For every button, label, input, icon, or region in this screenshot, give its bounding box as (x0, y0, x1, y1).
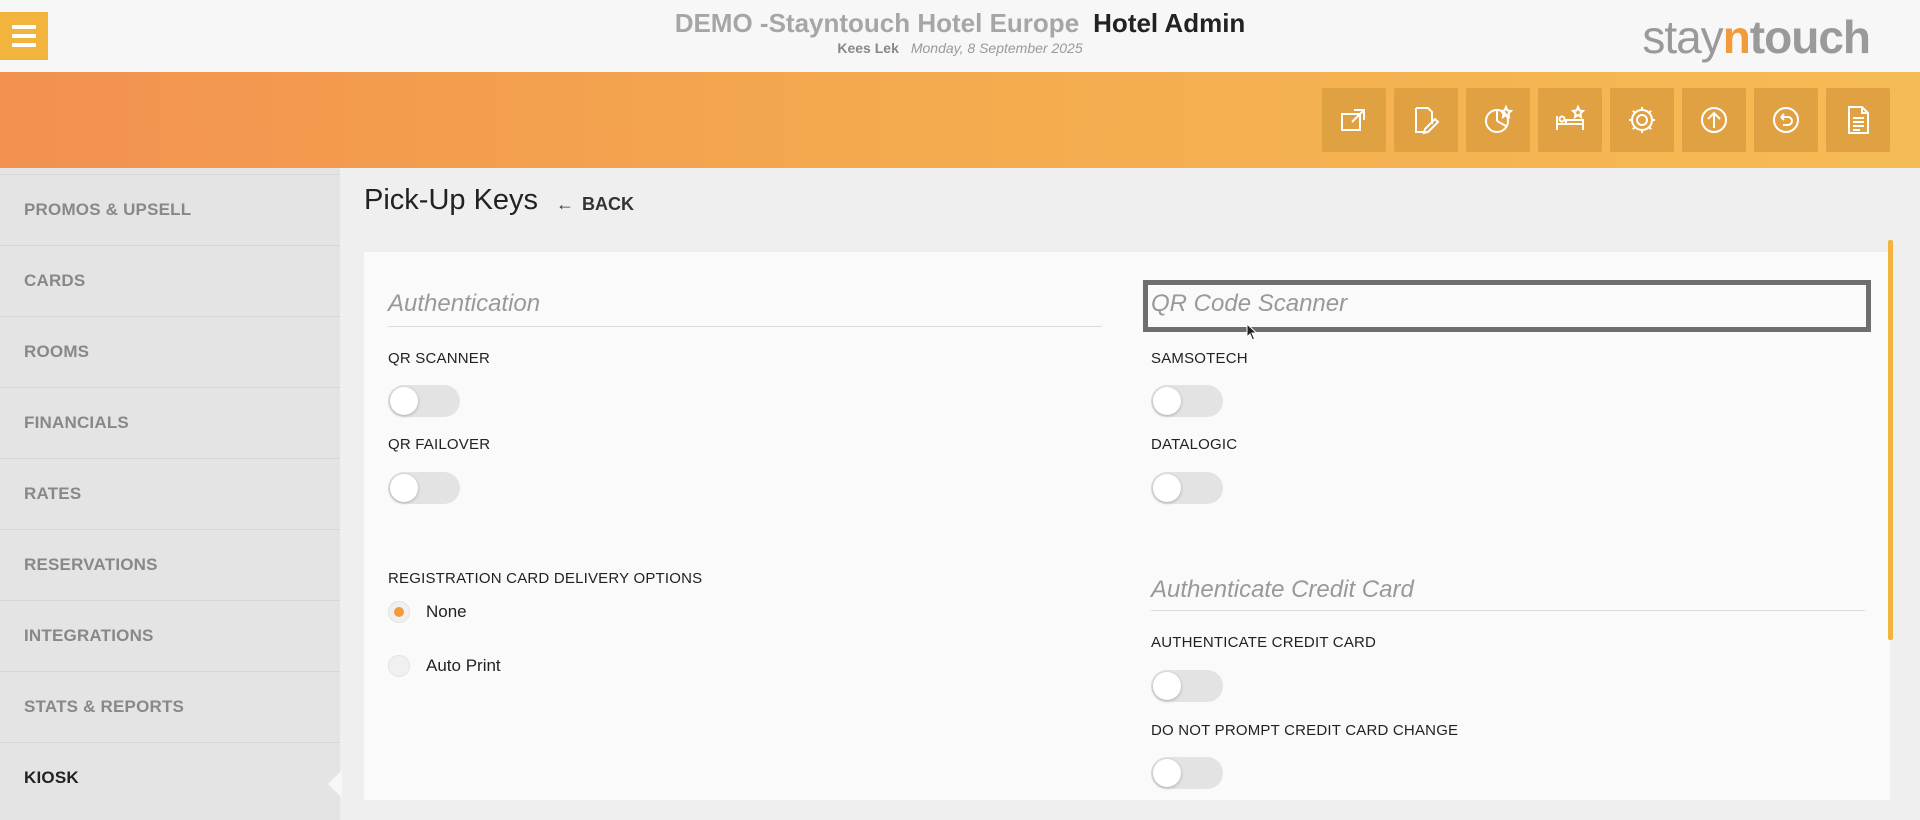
datalogic-label: DATALOGIC (1151, 436, 1238, 453)
header-title-block: DEMO -Stayntouch Hotel Europe Hotel Admin… (0, 8, 1920, 56)
radio-none[interactable] (388, 601, 410, 623)
delivery-options-label: REGISTRATION CARD DELIVERY OPTIONS (388, 570, 703, 587)
authenticate-credit-card-toggle[interactable] (1151, 670, 1223, 702)
external-link-icon[interactable] (1322, 88, 1386, 152)
page-title: Pick-Up Keys (364, 184, 539, 216)
settings-panel (364, 252, 1890, 800)
stayntouch-logo: stayntouch (1642, 11, 1871, 63)
sidebar-item-promos-upsell[interactable]: PROMOS & UPSELL (0, 174, 340, 245)
back-arrow-icon: ← (556, 194, 574, 214)
radio-auto-print[interactable] (388, 655, 410, 677)
no-prompt-credit-card-change-toggle[interactable] (1151, 757, 1223, 789)
qr-scanner-label: QR SCANNER (388, 350, 491, 367)
sidebar-item-cards[interactable]: CARDS (0, 245, 340, 316)
back-button[interactable]: ← BACK (556, 194, 634, 215)
delivery-option-auto-print[interactable]: Auto Print (388, 655, 501, 677)
samsotech-label: SAMSOTECH (1151, 350, 1248, 367)
section-divider (1151, 610, 1865, 611)
header-banner (0, 72, 1920, 168)
toolbar-icons (1322, 88, 1890, 152)
document-list-icon[interactable] (1826, 88, 1890, 152)
edit-document-icon[interactable] (1394, 88, 1458, 152)
authentication-section-title: Authentication (388, 290, 541, 317)
chart-star-icon[interactable] (1466, 88, 1530, 152)
sidebar-item-kiosk[interactable]: KIOSK (0, 742, 340, 813)
qr-code-scanner-section-title: QR Code Scanner (1151, 290, 1348, 317)
sidebar: PROMOS & UPSELL CARDS ROOMS FINANCIALS R… (0, 168, 340, 820)
radio-auto-print-label: Auto Print (426, 656, 501, 675)
bed-star-icon[interactable] (1538, 88, 1602, 152)
gear-icon[interactable] (1610, 88, 1674, 152)
app-title: Hotel Admin (1093, 8, 1246, 38)
authenticate-credit-card-label: AUTHENTICATE CREDIT CARD (1151, 634, 1377, 651)
authenticate-credit-card-section-title: Authenticate Credit Card (1151, 576, 1414, 603)
radio-none-label: None (426, 602, 467, 621)
scrollbar[interactable] (1888, 240, 1893, 640)
sidebar-item-rooms[interactable]: ROOMS (0, 316, 340, 387)
undo-circle-icon[interactable] (1754, 88, 1818, 152)
back-label: BACK (582, 194, 634, 214)
delivery-option-none[interactable]: None (388, 601, 467, 623)
qr-scanner-toggle[interactable] (388, 385, 460, 417)
user-name: Kees Lek (837, 40, 899, 56)
sidebar-item-rates[interactable]: RATES (0, 458, 340, 529)
mouse-pointer-icon (1246, 322, 1258, 346)
no-prompt-credit-card-change-label: DO NOT PROMPT CREDIT CARD CHANGE (1151, 722, 1459, 739)
samsotech-toggle[interactable] (1151, 385, 1223, 417)
sidebar-item-reservations[interactable]: RESERVATIONS (0, 529, 340, 600)
top-header: DEMO -Stayntouch Hotel Europe Hotel Admin… (0, 0, 1920, 72)
sidebar-item-financials[interactable]: FINANCIALS (0, 387, 340, 458)
active-item-pointer (328, 770, 342, 798)
sidebar-item-integrations[interactable]: INTEGRATIONS (0, 600, 340, 671)
datalogic-toggle[interactable] (1151, 472, 1223, 504)
business-date: Monday, 8 September 2025 (910, 40, 1083, 56)
hotel-name: DEMO -Stayntouch Hotel Europe (674, 8, 1080, 38)
qr-failover-toggle[interactable] (388, 472, 460, 504)
sidebar-item-stats-reports[interactable]: STATS & REPORTS (0, 671, 340, 742)
qr-failover-label: QR FAILOVER (388, 436, 491, 453)
section-divider (388, 326, 1102, 327)
upload-circle-icon[interactable] (1682, 88, 1746, 152)
